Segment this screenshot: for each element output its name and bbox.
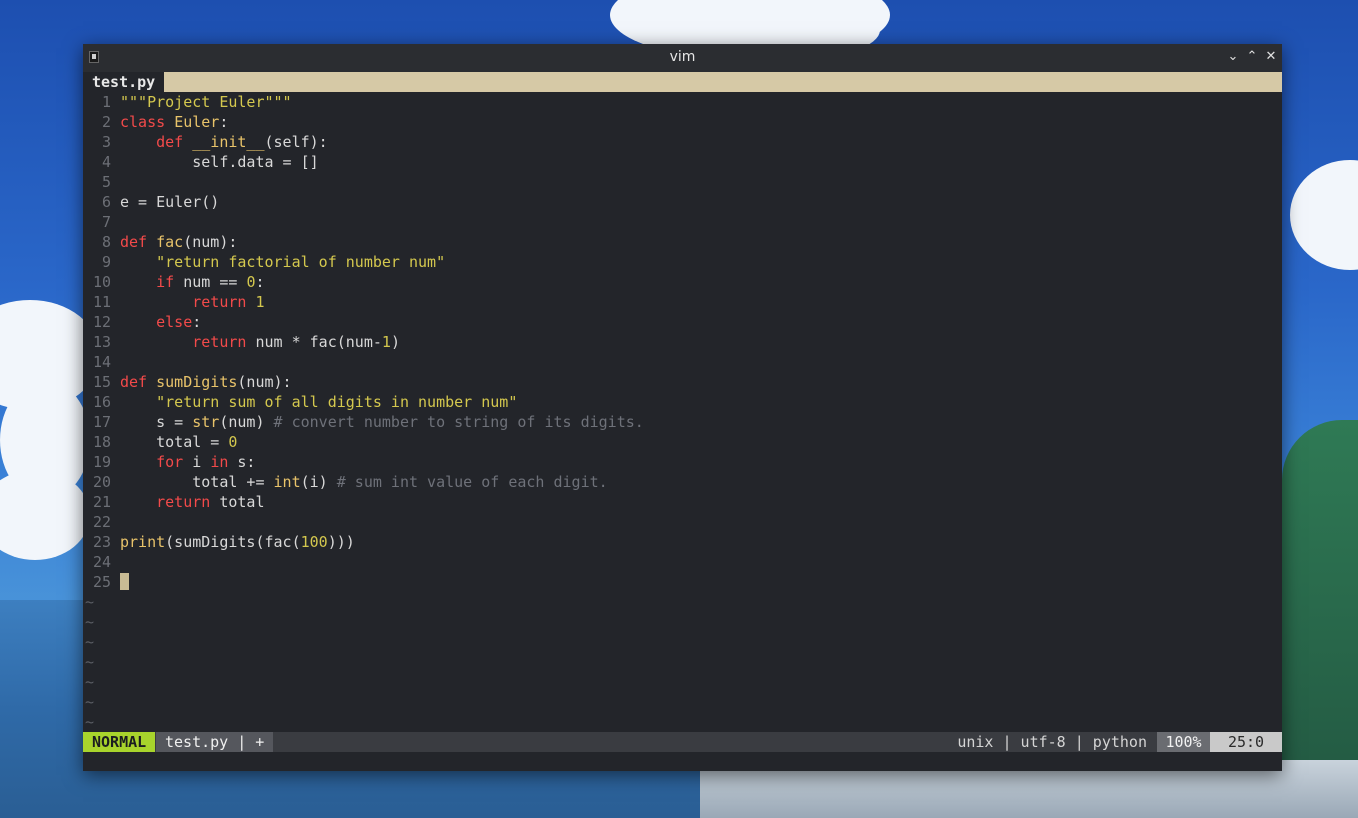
line-number: 8 <box>101 233 111 251</box>
tab-test-py[interactable]: test.py <box>83 72 165 92</box>
line-number: 24 <box>92 553 111 571</box>
code-line: 14 <box>83 352 1282 372</box>
maximize-icon[interactable]: ⌃ <box>1244 48 1260 66</box>
line-number: 2 <box>101 113 111 131</box>
line-number: 21 <box>92 493 111 511</box>
status-filename: test.py | + <box>156 732 274 752</box>
vim-statusline: NORMAL test.py | + unix | utf-8 | python… <box>83 732 1282 752</box>
line-number: 3 <box>101 133 111 151</box>
vim-window: vim ⌄ ⌃ ✕ test.py 1 """Project Euler""" 2… <box>83 44 1282 771</box>
code-line: 1 """Project Euler""" <box>83 92 1282 112</box>
line-number: 16 <box>92 393 111 411</box>
empty-line-marker: ~ <box>85 693 95 711</box>
line-number: 10 <box>92 273 111 291</box>
code-line: 5 <box>83 172 1282 192</box>
empty-line-marker: ~ <box>85 633 95 651</box>
vim-tabline: test.py <box>83 72 1282 92</box>
line-number: 17 <box>92 413 111 431</box>
empty-line-marker: ~ <box>85 593 95 611</box>
code-line: 10 if num == 0: <box>83 272 1282 292</box>
line-number: 13 <box>92 333 111 351</box>
line-number: 5 <box>101 173 111 191</box>
line-number: 1 <box>101 93 111 111</box>
code-line: 11 return 1 <box>83 292 1282 312</box>
line-number: 6 <box>101 193 111 211</box>
code-line: 13 return num * fac(num-1) <box>83 332 1282 352</box>
line-number: 12 <box>92 313 111 331</box>
code-line: 6e = Euler() <box>83 192 1282 212</box>
code-editor[interactable]: 1 """Project Euler""" 2 class Euler: 3 def… <box>83 92 1282 732</box>
line-number: 25 <box>92 573 111 591</box>
code-line: 18 total = 0 <box>83 432 1282 452</box>
code-line: 8 def fac(num): <box>83 232 1282 252</box>
line-number: 23 <box>92 533 111 551</box>
line-number: 14 <box>92 353 111 371</box>
mode-indicator: NORMAL <box>83 732 156 752</box>
code-line: 19 for i in s: <box>83 452 1282 472</box>
empty-line-marker: ~ <box>85 713 95 731</box>
command-line[interactable] <box>83 752 1282 771</box>
code-line: 23 print(sumDigits(fac(100))) <box>83 532 1282 552</box>
line-number: 15 <box>92 373 111 391</box>
line-number: 22 <box>92 513 111 531</box>
code-line: 12 else: <box>83 312 1282 332</box>
code-line: 9 "return factorial of number num" <box>83 252 1282 272</box>
code-line: 24 <box>83 552 1282 572</box>
line-number: 20 <box>92 473 111 491</box>
code-line: 4 self.data = [] <box>83 152 1282 172</box>
code-line: 7 <box>83 212 1282 232</box>
cursor-position: 25:0 <box>1210 732 1282 752</box>
line-number: 11 <box>92 293 111 311</box>
code-line: 20 total += int(i) # sum int value of ea… <box>83 472 1282 492</box>
line-number: 18 <box>92 433 111 451</box>
close-icon[interactable]: ✕ <box>1263 48 1279 66</box>
empty-line-marker: ~ <box>85 653 95 671</box>
file-format-info: unix | utf-8 | python <box>957 733 1147 751</box>
code-line: 2 class Euler: <box>83 112 1282 132</box>
line-number: 9 <box>101 253 111 271</box>
title-bar[interactable]: vim ⌄ ⌃ ✕ <box>83 44 1282 72</box>
window-title: vim <box>669 49 696 65</box>
minimize-icon[interactable]: ⌄ <box>1225 48 1241 66</box>
empty-line-marker: ~ <box>85 613 95 631</box>
code-line: 16 "return sum of all digits in number n… <box>83 392 1282 412</box>
text-cursor <box>120 573 129 590</box>
code-line: 15 def sumDigits(num): <box>83 372 1282 392</box>
code-line: 3 def __init__(self): <box>83 132 1282 152</box>
code-line: 22 <box>83 512 1282 532</box>
scroll-percent: 100% <box>1157 732 1210 752</box>
code-line: 25 <box>83 572 1282 592</box>
line-number: 7 <box>101 213 111 231</box>
empty-line-marker: ~ <box>85 673 95 691</box>
line-number: 4 <box>101 153 111 171</box>
code-line: 17 s = str(num) # convert number to stri… <box>83 412 1282 432</box>
line-number: 19 <box>92 453 111 471</box>
code-line: 21 return total <box>83 492 1282 512</box>
